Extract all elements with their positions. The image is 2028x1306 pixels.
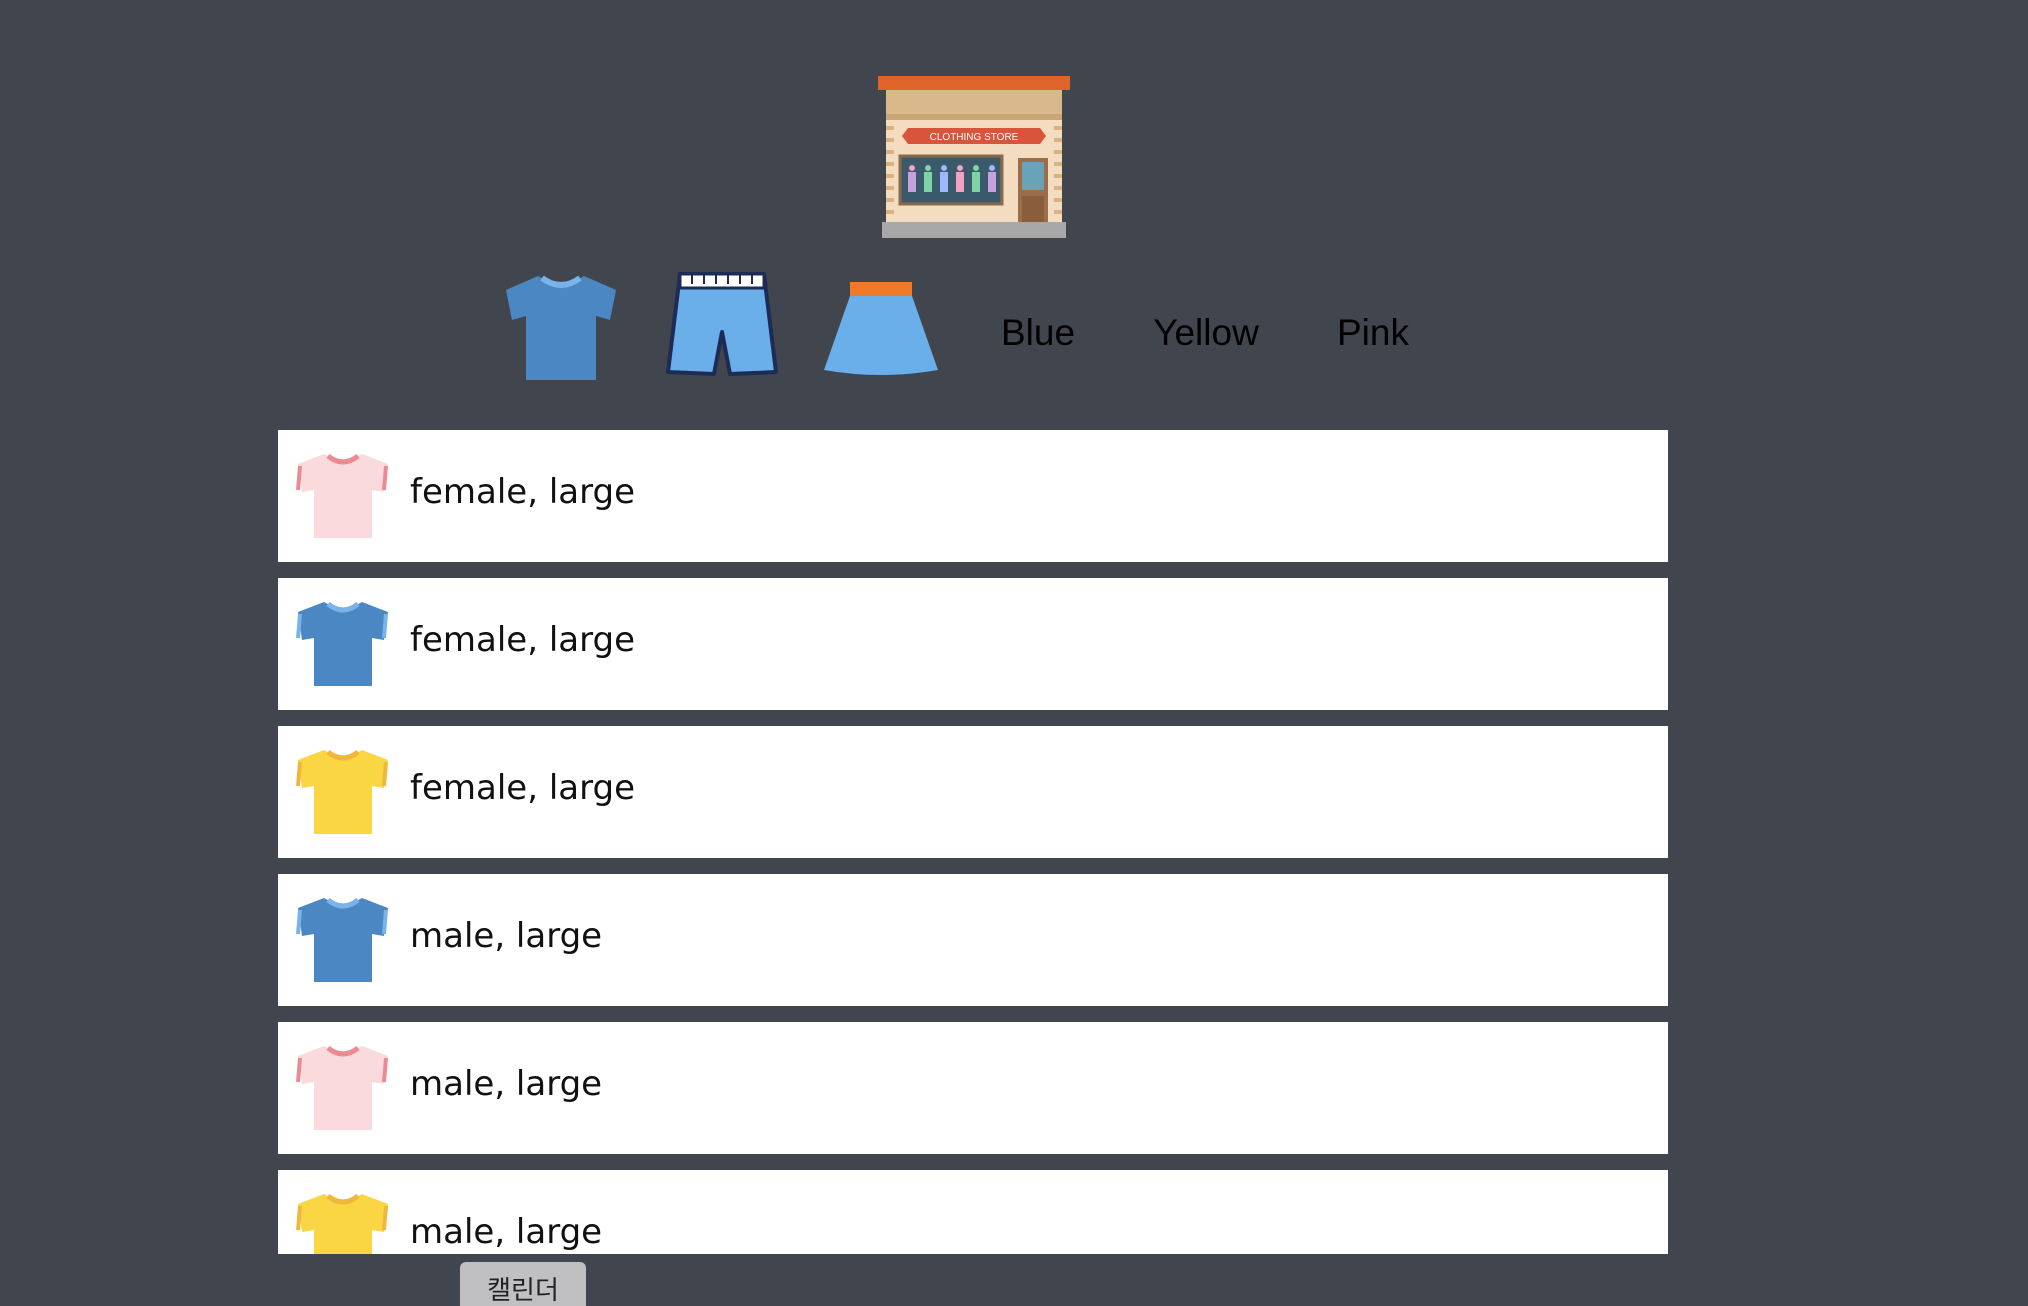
clothing-store-icon: CLOTHING STORE <box>878 76 1070 238</box>
list-item[interactable]: female, large <box>278 726 1668 858</box>
item-description: male, large <box>410 916 603 956</box>
blue-filter-label: Blue <box>1000 312 1076 353</box>
tshirt-icon <box>296 601 388 686</box>
pink-filter-button[interactable]: Pink <box>1306 268 1440 398</box>
tshirt-icon <box>296 453 388 538</box>
tshirt-icon <box>296 1045 388 1130</box>
page: CLOTHING STORE Blue Yellow Pink female, … <box>0 0 2028 1306</box>
filter-bar: Blue Yellow Pink <box>0 268 2028 398</box>
calendar-button[interactable]: 캘린더 <box>460 1262 586 1306</box>
item-description: female, large <box>410 620 635 660</box>
tshirt-icon[interactable] <box>498 268 624 386</box>
list-item[interactable]: male, large <box>278 1022 1668 1154</box>
svg-text:CLOTHING STORE: CLOTHING STORE <box>930 132 1019 143</box>
blue-filter-button[interactable]: Blue <box>970 268 1106 398</box>
calendar-button-label: 캘린더 <box>487 1276 559 1306</box>
tshirt-icon <box>296 897 388 982</box>
item-description: female, large <box>410 472 635 512</box>
item-description: female, large <box>410 768 635 808</box>
pants-icon[interactable] <box>660 268 784 386</box>
list-item[interactable]: male, large <box>278 874 1668 1006</box>
yellow-filter-label: Yellow <box>1153 312 1259 353</box>
tshirt-icon <box>296 1193 388 1254</box>
list-item[interactable]: female, large <box>278 578 1668 710</box>
list-item[interactable]: male, large <box>278 1170 1668 1254</box>
item-list[interactable]: female, large female, large female, larg… <box>278 430 1668 1254</box>
skirt-icon[interactable] <box>820 268 942 386</box>
yellow-filter-button[interactable]: Yellow <box>1122 268 1290 398</box>
pink-filter-label: Pink <box>1337 312 1409 353</box>
list-item[interactable]: female, large <box>278 430 1668 562</box>
item-description: male, large <box>410 1064 603 1104</box>
tshirt-icon <box>296 749 388 834</box>
item-description: male, large <box>410 1212 603 1252</box>
